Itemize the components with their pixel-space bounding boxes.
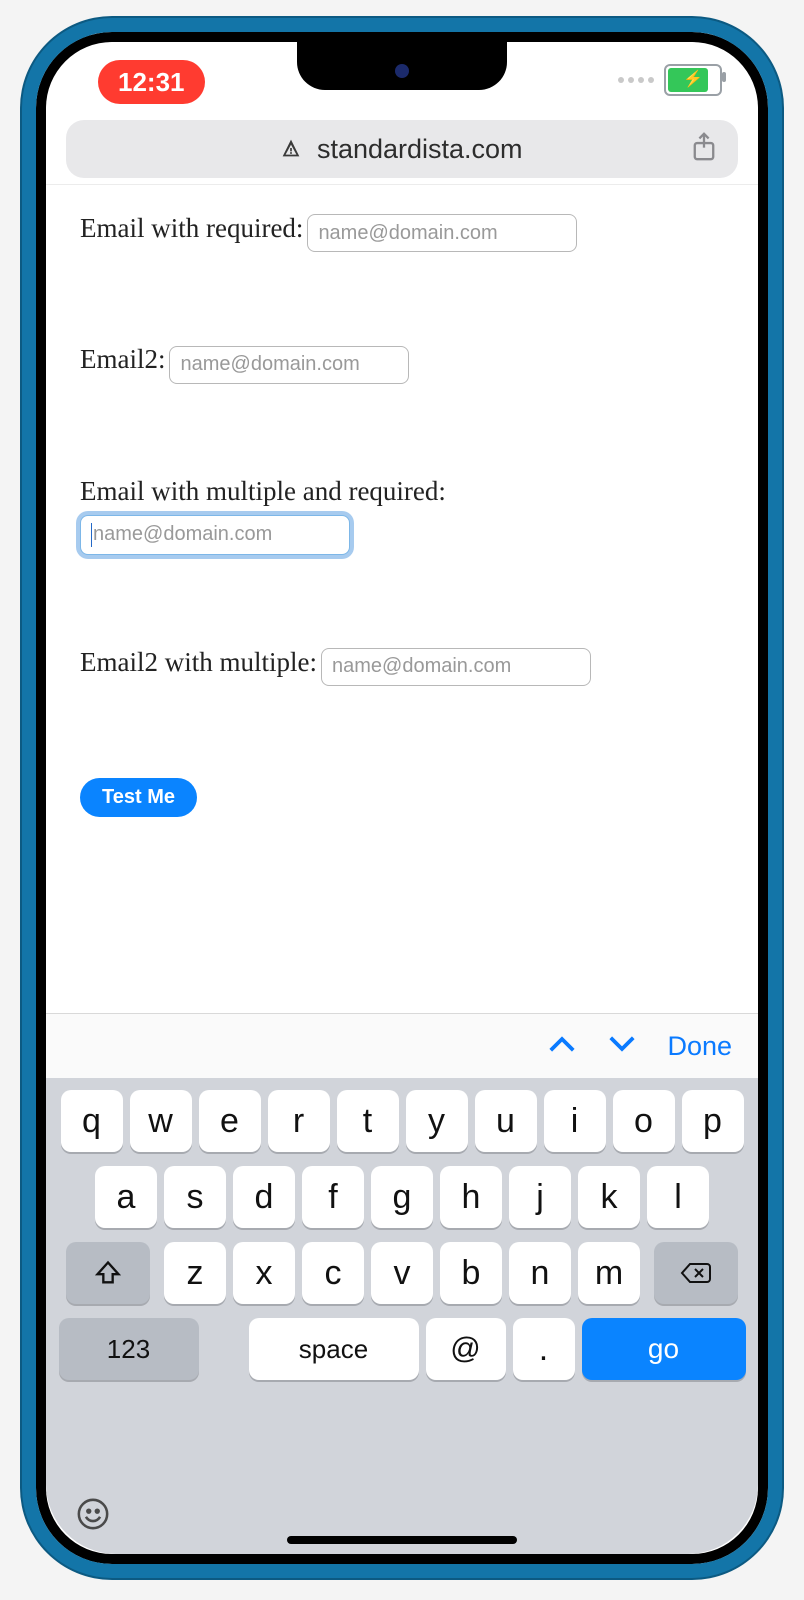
- key-d[interactable]: d: [233, 1166, 295, 1228]
- key-e[interactable]: e: [199, 1090, 261, 1152]
- key-a[interactable]: a: [95, 1166, 157, 1228]
- keyboard-row-1: q w e r t y u i o p: [52, 1090, 752, 1152]
- keyboard-row-4: 123 space @ . go: [52, 1318, 752, 1380]
- key-p[interactable]: p: [682, 1090, 744, 1152]
- key-i[interactable]: i: [544, 1090, 606, 1152]
- page-content: Email with required: name@domain.com Ema…: [46, 185, 758, 817]
- key-t[interactable]: t: [337, 1090, 399, 1152]
- email-required-input[interactable]: name@domain.com: [307, 214, 577, 252]
- keyboard-accessory-bar: Done: [46, 1013, 758, 1078]
- key-z[interactable]: z: [164, 1242, 226, 1304]
- form-prev-button[interactable]: [547, 1031, 577, 1062]
- key-w[interactable]: w: [130, 1090, 192, 1152]
- key-go[interactable]: go: [582, 1318, 746, 1380]
- side-button: [30, 372, 36, 460]
- key-m[interactable]: m: [578, 1242, 640, 1304]
- side-button: [30, 292, 36, 338]
- key-o[interactable]: o: [613, 1090, 675, 1152]
- home-indicator[interactable]: [287, 1536, 517, 1544]
- keyboard-done-button[interactable]: Done: [667, 1031, 732, 1062]
- key-r[interactable]: r: [268, 1090, 330, 1152]
- email-multiple-required-input[interactable]: name@domain.com: [80, 515, 350, 555]
- key-j[interactable]: j: [509, 1166, 571, 1228]
- side-button: [768, 392, 774, 522]
- address-domain: standardista.com: [317, 134, 523, 164]
- status-time: 12:31: [118, 67, 185, 98]
- field-email2: Email2: name@domain.com: [80, 344, 734, 383]
- key-u[interactable]: u: [475, 1090, 537, 1152]
- field-email-required: Email with required: name@domain.com: [80, 213, 734, 252]
- software-keyboard: q w e r t y u i o p a s d f g h: [46, 1078, 758, 1554]
- key-s[interactable]: s: [164, 1166, 226, 1228]
- battery-icon: ⚡: [664, 64, 722, 96]
- field-label: Email2:: [80, 344, 165, 374]
- browser-address-bar[interactable]: standardista.com: [66, 120, 738, 178]
- field-label: Email with multiple and required:: [80, 476, 734, 507]
- key-l[interactable]: l: [647, 1166, 709, 1228]
- key-backspace[interactable]: [654, 1242, 738, 1304]
- key-k[interactable]: k: [578, 1166, 640, 1228]
- backspace-icon: [680, 1260, 712, 1286]
- email2-input[interactable]: name@domain.com: [169, 346, 409, 384]
- key-q[interactable]: q: [61, 1090, 123, 1152]
- key-b[interactable]: b: [440, 1242, 502, 1304]
- test-me-button[interactable]: Test Me: [80, 778, 197, 817]
- field-email-multiple-required: Email with multiple and required: name@d…: [80, 476, 734, 555]
- keyboard-row-3: z x c v b n m: [52, 1242, 752, 1304]
- field-email2-multiple: Email2 with multiple: name@domain.com: [80, 647, 734, 686]
- field-label: Email2 with multiple:: [80, 647, 317, 677]
- key-shift[interactable]: [66, 1242, 150, 1304]
- key-123[interactable]: 123: [59, 1318, 199, 1380]
- notch: [297, 42, 507, 90]
- key-f[interactable]: f: [302, 1166, 364, 1228]
- keyboard-row-2: a s d f g h j k l: [52, 1166, 752, 1228]
- recording-time-pill[interactable]: 12:31: [98, 60, 205, 104]
- key-x[interactable]: x: [233, 1242, 295, 1304]
- key-g[interactable]: g: [371, 1166, 433, 1228]
- key-dot[interactable]: .: [513, 1318, 575, 1380]
- key-h[interactable]: h: [440, 1166, 502, 1228]
- emoji-keyboard-button[interactable]: [76, 1497, 110, 1540]
- key-at[interactable]: @: [426, 1318, 506, 1380]
- not-secure-icon: [281, 134, 301, 165]
- field-label: Email with required:: [80, 213, 303, 243]
- key-y[interactable]: y: [406, 1090, 468, 1152]
- text-caret: [91, 523, 92, 547]
- signal-dots-icon: [618, 77, 654, 83]
- shift-icon: [94, 1259, 122, 1287]
- form-next-button[interactable]: [607, 1031, 637, 1062]
- emoji-icon: [76, 1497, 110, 1531]
- key-c[interactable]: c: [302, 1242, 364, 1304]
- key-space[interactable]: space: [249, 1318, 419, 1380]
- share-icon[interactable]: [690, 132, 718, 167]
- phone-frame: 12:31 ⚡ standardista.com: [22, 18, 782, 1578]
- side-button: [30, 482, 36, 570]
- key-v[interactable]: v: [371, 1242, 433, 1304]
- email2-multiple-input[interactable]: name@domain.com: [321, 648, 591, 686]
- key-n[interactable]: n: [509, 1242, 571, 1304]
